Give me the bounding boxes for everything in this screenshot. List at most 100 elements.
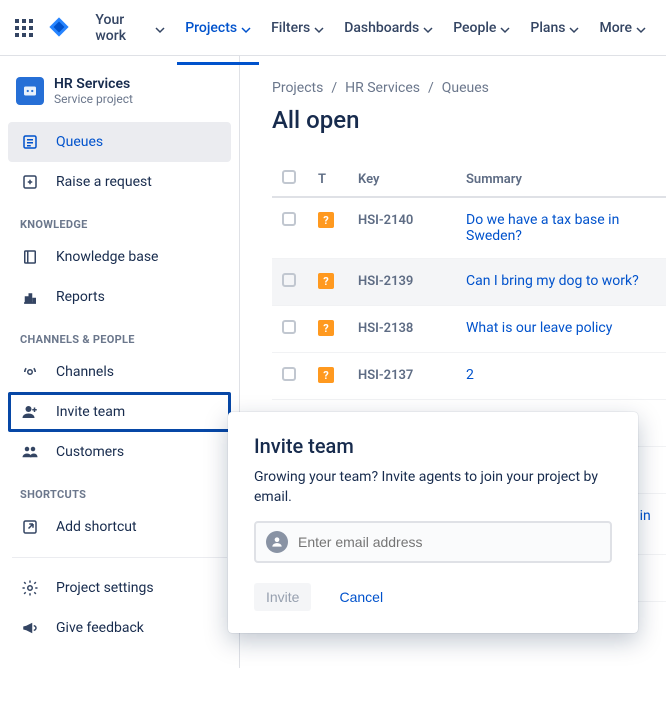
row-checkbox[interactable]	[282, 273, 296, 287]
table-row[interactable]: ? HSI-2138 What is our leave policy	[272, 306, 666, 353]
sidebar-heading-knowledge: KNOWLEDGE	[8, 202, 231, 237]
issue-type-icon: ?	[318, 320, 334, 336]
shortcut-icon	[20, 517, 40, 537]
chevron-down-icon	[155, 23, 165, 33]
issue-type-icon: ?	[318, 273, 334, 289]
row-checkbox[interactable]	[282, 212, 296, 226]
person-plus-icon	[20, 402, 40, 422]
dialog-actions: Invite Cancel	[254, 583, 612, 611]
sidebar-item-project-settings[interactable]: Project settings	[8, 568, 231, 608]
broadcast-icon	[20, 362, 40, 382]
sidebar-divider	[12, 557, 227, 558]
page-title: All open	[272, 106, 666, 134]
breadcrumb-separator: /	[331, 80, 337, 96]
nav-item-label: Plans	[530, 20, 565, 36]
main-content: Projects / HR Services / Queues All open…	[240, 56, 666, 668]
sidebar-item-raise-request[interactable]: Raise a request	[8, 162, 231, 202]
nav-item-label: Dashboards	[344, 20, 419, 36]
sidebar-item-label: Reports	[56, 289, 105, 305]
sidebar-item-add-shortcut[interactable]: Add shortcut	[8, 507, 231, 547]
chevron-down-icon	[423, 23, 433, 33]
dialog-title: Invite team	[254, 434, 612, 458]
top-nav: Your work Projects Filters Dashboards People…	[0, 0, 666, 56]
column-header-key[interactable]: Key	[348, 162, 456, 197]
nav-item-more[interactable]: More	[591, 8, 654, 48]
nav-item-projects[interactable]: Projects	[177, 8, 259, 48]
sidebar-heading-shortcuts: SHORTCUTS	[8, 472, 231, 507]
gear-icon	[20, 578, 40, 598]
sidebar-item-label: Customers	[56, 444, 124, 460]
plus-box-icon	[20, 172, 40, 192]
book-icon	[20, 247, 40, 267]
issue-key[interactable]: HSI-2138	[358, 321, 413, 336]
sidebar-item-label: Raise a request	[56, 174, 152, 190]
breadcrumb-link[interactable]: Projects	[272, 80, 323, 96]
avatar-icon	[266, 531, 288, 553]
dialog-body: Growing your team? Invite agents to join…	[254, 468, 612, 507]
sidebar-item-channels[interactable]: Channels	[8, 352, 231, 392]
table-row[interactable]: ? HSI-2140 Do we have a tax base in Sweden…	[272, 197, 666, 259]
chevron-down-icon	[241, 23, 251, 33]
issue-key[interactable]: HSI-2140	[358, 213, 413, 228]
table-row[interactable]: ? HSI-2137 2	[272, 353, 666, 400]
chevron-down-icon	[314, 23, 324, 33]
issue-type-icon: ?	[318, 212, 334, 228]
select-all-checkbox[interactable]	[282, 170, 296, 184]
project-name: HR Services	[54, 76, 133, 92]
sidebar-item-give-feedback[interactable]: Give feedback	[8, 608, 231, 648]
invite-button[interactable]: Invite	[254, 583, 311, 611]
row-checkbox[interactable]	[282, 320, 296, 334]
nav-item-label: Your work	[95, 12, 151, 44]
chevron-down-icon	[569, 23, 579, 33]
sidebar-item-label: Give feedback	[56, 620, 144, 636]
project-subtitle: Service project	[54, 92, 133, 106]
nav-item-people[interactable]: People	[445, 8, 518, 48]
column-header-summary[interactable]: Summary	[456, 162, 666, 197]
megaphone-icon	[20, 618, 40, 638]
issue-summary[interactable]: Do we have a tax base in Sweden?	[466, 212, 619, 244]
cancel-button[interactable]: Cancel	[327, 583, 395, 611]
breadcrumb-link[interactable]: HR Services	[345, 80, 420, 96]
nav-item-your-work[interactable]: Your work	[87, 8, 173, 48]
sidebar-item-customers[interactable]: Customers	[8, 432, 231, 472]
sidebar-item-label: Queues	[56, 134, 103, 150]
sidebar-item-reports[interactable]: Reports	[8, 277, 231, 317]
sidebar-item-knowledge-base[interactable]: Knowledge base	[8, 237, 231, 277]
column-header-type[interactable]: T	[308, 162, 348, 197]
breadcrumb: Projects / HR Services / Queues	[272, 80, 666, 96]
nav-item-label: People	[453, 20, 496, 36]
issue-key[interactable]: HSI-2137	[358, 368, 413, 383]
sidebar-item-label: Channels	[56, 364, 114, 380]
table-row[interactable]: ? HSI-2139 Can I bring my dog to work?	[272, 259, 666, 306]
breadcrumb-separator: /	[428, 80, 434, 96]
issue-summary[interactable]: 2	[466, 367, 474, 383]
issue-key[interactable]: HSI-2139	[358, 274, 413, 289]
queues-icon	[20, 132, 40, 152]
email-input-wrapper[interactable]	[254, 521, 612, 563]
chevron-down-icon	[500, 23, 510, 33]
app-switcher-icon[interactable]	[12, 16, 36, 40]
project-avatar-icon	[16, 77, 44, 105]
nav-item-label: More	[599, 20, 632, 36]
invite-team-dialog: Invite team Growing your team? Invite ag…	[228, 412, 638, 633]
sidebar-item-invite-team[interactable]: Invite team	[8, 392, 231, 432]
chart-icon	[20, 287, 40, 307]
issue-summary[interactable]: Can I bring my dog to work?	[466, 273, 639, 289]
nav-item-plans[interactable]: Plans	[522, 8, 587, 48]
project-header: HR Services Service project	[8, 76, 231, 122]
sidebar-item-label: Project settings	[56, 580, 154, 596]
issue-summary[interactable]: What is our leave policy	[466, 320, 612, 336]
breadcrumb-link[interactable]: Queues	[442, 80, 489, 96]
people-icon	[20, 442, 40, 462]
jira-logo-icon[interactable]	[48, 16, 72, 40]
email-input[interactable]	[298, 534, 600, 550]
nav-item-label: Projects	[185, 20, 237, 36]
chevron-down-icon	[636, 23, 646, 33]
nav-item-filters[interactable]: Filters	[263, 8, 332, 48]
nav-item-label: Filters	[271, 20, 310, 36]
sidebar-item-label: Knowledge base	[56, 249, 158, 265]
nav-item-dashboards[interactable]: Dashboards	[336, 8, 441, 48]
row-checkbox[interactable]	[282, 367, 296, 381]
sidebar-item-queues[interactable]: Queues	[8, 122, 231, 162]
issue-type-icon: ?	[318, 367, 334, 383]
